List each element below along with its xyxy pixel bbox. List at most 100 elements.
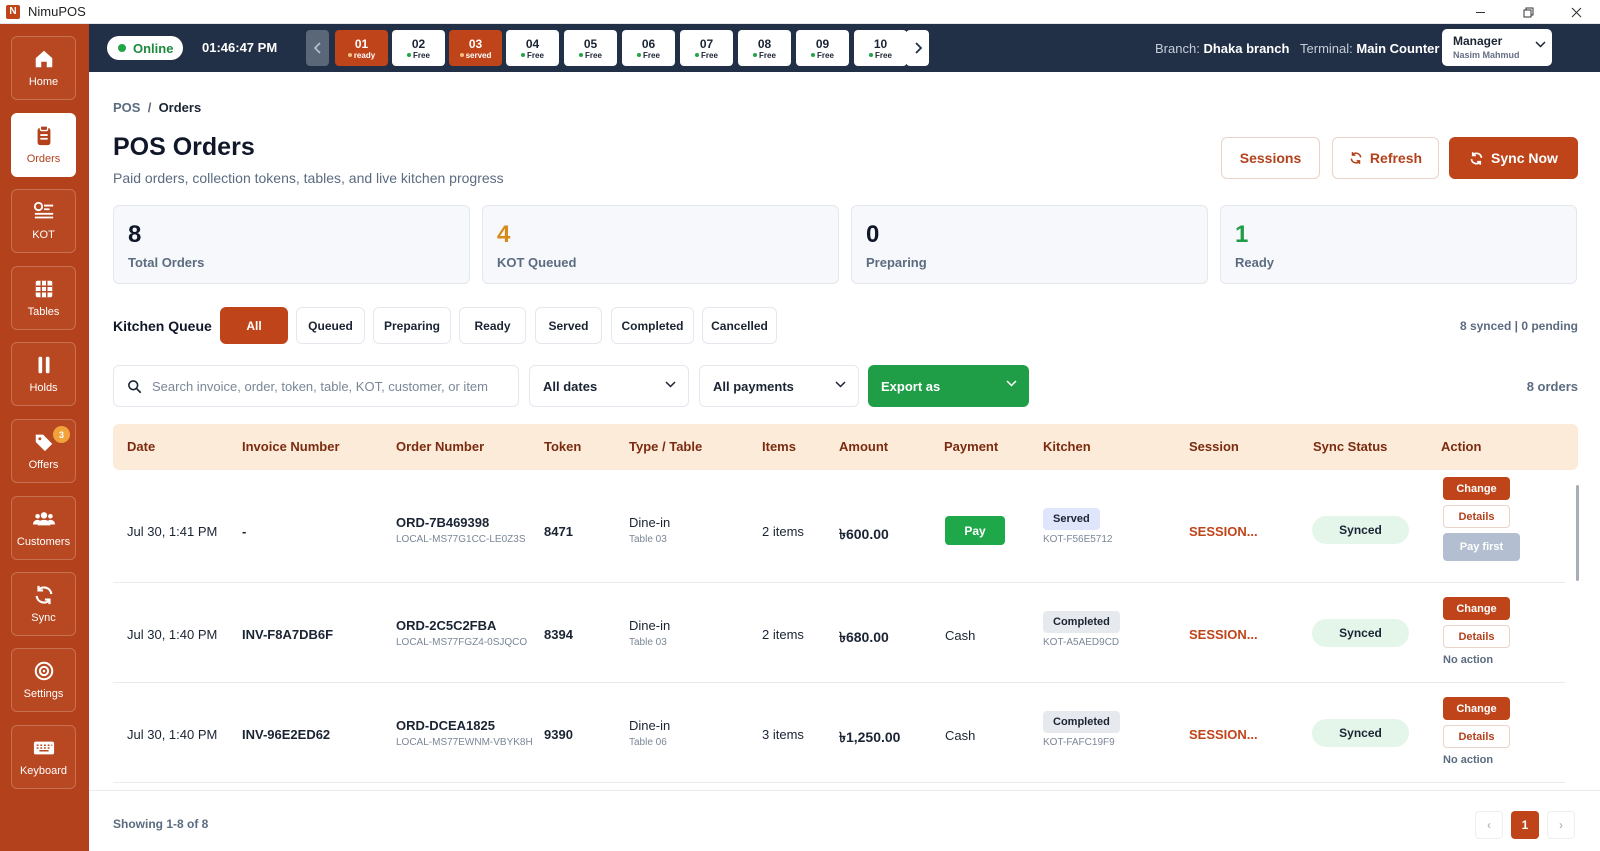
table-status: Free xyxy=(413,50,430,60)
top-status-bar: Online 01:46:47 PM 01 ready 02 Free 03 serv… xyxy=(89,24,1600,72)
column-header[interactable]: Type / Table xyxy=(629,439,702,454)
date-filter-select[interactable]: All dates xyxy=(529,365,689,407)
column-header[interactable]: Session xyxy=(1189,439,1239,454)
search-input[interactable]: Search invoice, order, token, table, KOT… xyxy=(113,365,519,407)
sidebar-item-kot[interactable]: KOT xyxy=(11,189,76,253)
table-tile-01[interactable]: 01 ready xyxy=(335,30,388,66)
tables-next-button[interactable] xyxy=(906,30,929,66)
pay-button[interactable]: Pay xyxy=(945,516,1005,545)
table-tile-06[interactable]: 06 Free xyxy=(622,30,675,66)
table-tile-08[interactable]: 08 Free xyxy=(738,30,791,66)
stat-value: 8 xyxy=(128,221,142,248)
filter-chip-all[interactable]: All xyxy=(220,307,288,344)
column-header[interactable]: Sync Status xyxy=(1313,439,1387,454)
sessions-button[interactable]: Sessions xyxy=(1221,137,1320,179)
close-icon[interactable] xyxy=(1552,0,1600,24)
sync-icon xyxy=(1470,151,1483,165)
order-number-cell: ORD-2C5C2FBA LOCAL-MS77FGZ4-0SJQCO xyxy=(396,618,527,648)
refresh-button[interactable]: Refresh xyxy=(1332,137,1439,179)
sidebar-item-holds[interactable]: Holds xyxy=(11,342,76,406)
sync-now-button[interactable]: Sync Now xyxy=(1449,137,1578,179)
stat-label: KOT Queued xyxy=(497,255,577,270)
filter-chip-ready[interactable]: Ready xyxy=(459,307,526,344)
filter-chip-cancelled[interactable]: Cancelled xyxy=(702,307,777,344)
change-button[interactable]: Change xyxy=(1443,477,1510,500)
restore-icon[interactable] xyxy=(1504,0,1552,24)
session-link[interactable]: SESSION... xyxy=(1189,727,1258,742)
column-header[interactable]: Invoice Number xyxy=(242,439,340,454)
sidebar-item-settings[interactable]: Settings xyxy=(11,648,76,712)
order-number: ORD-2C5C2FBA xyxy=(396,618,497,633)
order-local-id: LOCAL-MS77G1CC-LE0Z3S xyxy=(396,534,526,545)
details-button[interactable]: Details xyxy=(1443,505,1510,528)
branch-label: Branch: xyxy=(1155,41,1200,56)
sidebar-item-home[interactable]: Home xyxy=(11,36,76,100)
sync-status-badge: Synced xyxy=(1312,619,1409,647)
payment-filter-select[interactable]: All payments xyxy=(699,365,859,407)
filter-chip-queued[interactable]: Queued xyxy=(296,307,365,344)
table-tile-07[interactable]: 07 Free xyxy=(680,30,733,66)
tables-prev-button[interactable] xyxy=(306,30,329,66)
table-tile-03[interactable]: 03 served xyxy=(449,30,502,66)
change-button[interactable]: Change xyxy=(1443,597,1510,620)
column-header[interactable]: Token xyxy=(544,439,581,454)
column-header[interactable]: Order Number xyxy=(396,439,484,454)
table-scrollbar[interactable] xyxy=(1576,485,1579,581)
table-tile-09[interactable]: 09 Free xyxy=(796,30,849,66)
sidebar: Home Orders KOT Tables Holds Offers 3 Cu… xyxy=(0,24,89,851)
table-tile-04[interactable]: 04 Free xyxy=(506,30,559,66)
sidebar-item-orders[interactable]: Orders xyxy=(11,113,76,177)
table-status: Free xyxy=(585,50,602,60)
sidebar-item-tables[interactable]: Tables xyxy=(11,266,76,330)
column-header[interactable]: Date xyxy=(127,439,155,454)
table-row[interactable]: Jul 30, 1:41 PM - ORD-7B469398 LOCAL-MS7… xyxy=(113,477,1565,583)
sidebar-item-keyboard[interactable]: Keyboard xyxy=(11,725,76,789)
order-number: ORD-DCEA1825 xyxy=(396,718,495,733)
settings-icon xyxy=(34,661,53,681)
branch-name: Dhaka branch xyxy=(1203,41,1290,56)
sidebar-item-offers[interactable]: Offers 3 xyxy=(11,419,76,483)
export-select[interactable]: Export as xyxy=(868,365,1029,407)
page-button-current[interactable]: 1 xyxy=(1511,811,1539,839)
column-header[interactable]: Items xyxy=(762,439,796,454)
offers-count-badge: 3 xyxy=(53,426,70,443)
token: 9390 xyxy=(544,727,573,742)
column-header[interactable]: Payment xyxy=(944,439,998,454)
column-header[interactable]: Amount xyxy=(839,439,888,454)
column-header[interactable]: Action xyxy=(1441,439,1481,454)
table-row[interactable]: Jul 30, 1:40 PM INV-F8A7DB6F ORD-2C5C2FB… xyxy=(113,583,1565,683)
minimize-icon[interactable] xyxy=(1456,0,1504,24)
table-number: 04 xyxy=(525,36,540,51)
table-row[interactable]: Jul 30, 1:40 PM INV-96E2ED62 ORD-DCEA182… xyxy=(113,683,1565,783)
filter-chip-served[interactable]: Served xyxy=(535,307,602,344)
online-dot-icon xyxy=(118,44,126,52)
table-number: 03 xyxy=(468,36,483,51)
filter-chip-completed[interactable]: Completed xyxy=(611,307,694,344)
session-link[interactable]: SESSION... xyxy=(1189,524,1258,539)
order-number-cell: ORD-DCEA1825 LOCAL-MS77EWNM-VBYK8H xyxy=(396,718,533,748)
details-button[interactable]: Details xyxy=(1443,725,1510,748)
column-header[interactable]: Kitchen xyxy=(1043,439,1091,454)
sidebar-item-sync[interactable]: Sync xyxy=(11,572,76,636)
users-icon xyxy=(32,512,55,526)
sync-icon xyxy=(35,585,52,605)
stat-value: 1 xyxy=(1235,221,1249,248)
breadcrumb-root[interactable]: POS xyxy=(113,100,140,115)
change-button[interactable]: Change xyxy=(1443,697,1510,720)
next-page-button[interactable]: › xyxy=(1547,811,1575,839)
title-bar: N NimuPOS xyxy=(0,0,1600,24)
token: 8471 xyxy=(544,524,573,539)
table-tile-10[interactable]: 10 Free xyxy=(854,30,907,66)
table-tile-02[interactable]: 02 Free xyxy=(392,30,445,66)
prev-page-button[interactable]: ‹ xyxy=(1475,811,1503,839)
table-tile-05[interactable]: 05 Free xyxy=(564,30,617,66)
filter-chip-preparing[interactable]: Preparing xyxy=(373,307,451,344)
pay-first-button[interactable]: Pay first xyxy=(1443,533,1520,561)
action-cell: Change Details Pay first xyxy=(1443,477,1533,577)
details-button[interactable]: Details xyxy=(1443,625,1510,648)
kitchen-cell: Completed KOT-FAFC19F9 xyxy=(1043,711,1120,748)
user-menu[interactable]: Manager Nasim Mahmud xyxy=(1442,29,1552,66)
terminal-label: Terminal: xyxy=(1300,41,1353,56)
sidebar-item-customers[interactable]: Customers xyxy=(11,496,76,560)
session-link[interactable]: SESSION... xyxy=(1189,627,1258,642)
